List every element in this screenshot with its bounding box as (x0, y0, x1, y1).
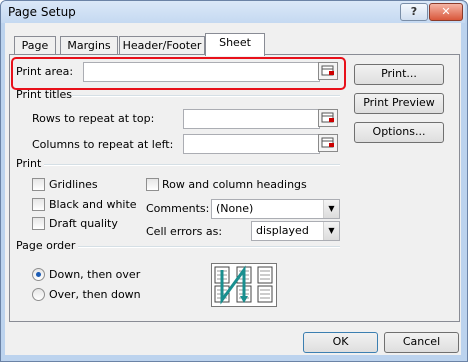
collapse-dialog-icon[interactable] (318, 109, 338, 127)
ok-label: OK (332, 335, 349, 348)
page-order-heading: Page order (16, 239, 76, 252)
print-preview-label: Print Preview (363, 96, 435, 109)
tab-sheet[interactable]: Sheet (205, 33, 265, 56)
collapse-dialog-icon[interactable] (318, 134, 338, 152)
comments-value: (None) (216, 202, 254, 215)
gridlines-label: Gridlines (49, 178, 98, 191)
draft-quality-label: Draft quality (49, 217, 118, 230)
cell-errors-value: displayed (256, 224, 309, 237)
help-button[interactable]: ? (400, 3, 428, 21)
tab-label: Sheet (219, 36, 251, 49)
down-then-over-radio[interactable] (32, 268, 45, 281)
columns-to-repeat-input[interactable] (183, 134, 320, 154)
collapse-dialog-icon[interactable] (318, 62, 338, 80)
row-col-headings-checkbox[interactable] (146, 178, 159, 191)
comments-label: Comments: (146, 202, 210, 215)
tab-header-footer[interactable]: Header/Footer (119, 36, 205, 55)
cancel-label: Cancel (402, 335, 441, 348)
print-area-label: Print area: (16, 65, 74, 78)
ok-button[interactable]: OK (303, 332, 378, 353)
black-white-checkbox[interactable] (32, 198, 45, 211)
help-icon: ? (410, 5, 418, 18)
tab-label: Page (21, 39, 49, 52)
window-title: Page Setup (8, 5, 76, 19)
print-button-label: Print... (381, 67, 417, 80)
tab-page[interactable]: Page (14, 36, 56, 55)
tab-label: Header/Footer (122, 39, 202, 52)
title-bar[interactable]: Page Setup (1, 1, 465, 23)
comments-dropdown[interactable]: (None) ▼ (211, 199, 340, 219)
print-preview-button[interactable]: Print Preview (354, 93, 444, 114)
options-button[interactable]: Options... (354, 122, 444, 143)
print-heading: Print (16, 157, 42, 170)
print-area-input[interactable] (83, 62, 320, 82)
chevron-down-icon: ▼ (323, 222, 339, 240)
gridlines-checkbox[interactable] (32, 178, 45, 191)
section-divider (44, 164, 340, 166)
page-order-preview-icon (211, 263, 277, 307)
cancel-button[interactable]: Cancel (384, 332, 459, 353)
draft-quality-checkbox[interactable] (32, 217, 45, 230)
section-divider (72, 95, 340, 97)
cell-errors-dropdown[interactable]: displayed ▼ (251, 221, 340, 241)
close-button[interactable]: ✕ (429, 3, 463, 21)
options-label: Options... (372, 125, 426, 138)
tab-margins[interactable]: Margins (60, 36, 118, 55)
print-button[interactable]: Print... (354, 64, 444, 85)
columns-to-repeat-label: Columns to repeat at left: (32, 138, 174, 151)
over-then-down-radio[interactable] (32, 288, 45, 301)
section-divider (78, 246, 340, 248)
rows-to-repeat-input[interactable] (183, 109, 320, 129)
down-then-over-label: Down, then over (49, 268, 141, 281)
tab-label: Margins (67, 39, 111, 52)
over-then-down-label: Over, then down (49, 288, 141, 301)
close-icon: ✕ (441, 5, 451, 18)
cell-errors-label: Cell errors as: (146, 225, 223, 238)
black-white-label: Black and white (49, 198, 137, 211)
rows-to-repeat-label: Rows to repeat at top: (32, 112, 155, 125)
row-col-headings-label: Row and column headings (162, 178, 307, 191)
chevron-down-icon: ▼ (323, 200, 339, 218)
print-titles-heading: Print titles (16, 88, 73, 101)
